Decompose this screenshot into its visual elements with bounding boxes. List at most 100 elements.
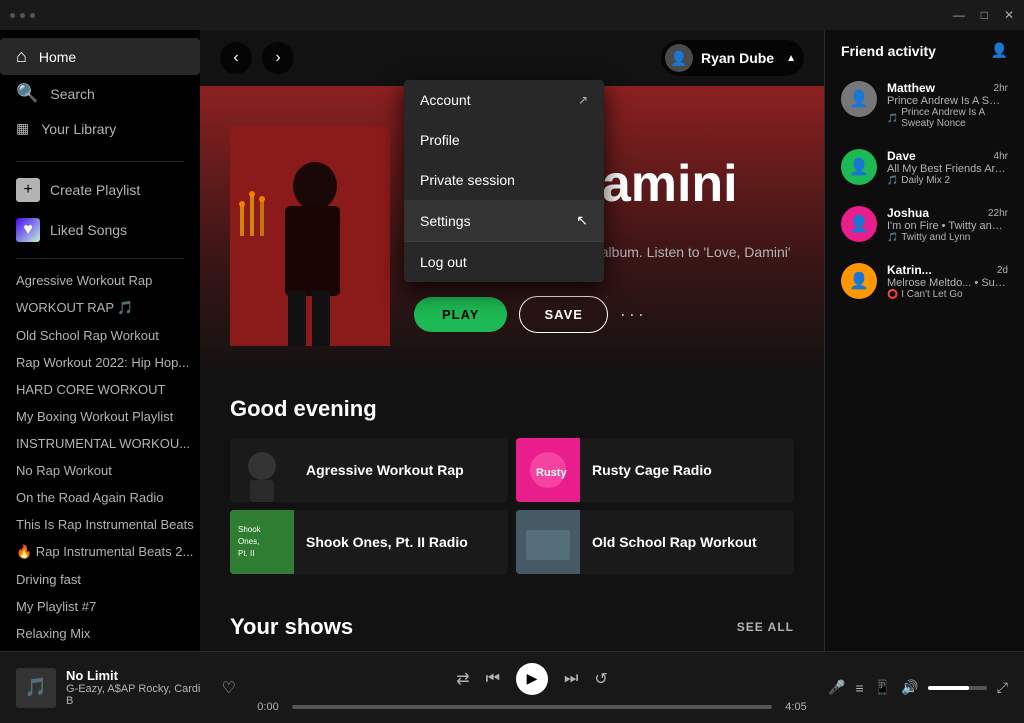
card-shook-ones[interactable]: ShookOnes,Pt. II Shook Ones, Pt. II Radi… <box>230 510 508 574</box>
library-item[interactable]: HARD CORE WORKOUT <box>0 376 200 403</box>
shows-section-header: Your shows SEE ALL <box>230 614 794 640</box>
play-pause-button[interactable]: ▶ <box>516 663 548 695</box>
minimize-button[interactable]: — <box>953 8 965 22</box>
close-button[interactable]: ✕ <box>1004 8 1014 22</box>
library-item[interactable]: My Boxing Workout Playlist <box>0 403 200 430</box>
heart-button[interactable]: ♡ <box>222 678 236 698</box>
friend-track: All My Best Friends Ar... • Less Tha... <box>887 163 1008 175</box>
avatar: 👤 <box>665 44 693 72</box>
main-content: ‹ › 👤 Ryan Dube ▲ Account ↗ Profile Priv… <box>200 30 824 651</box>
progress-track[interactable] <box>292 705 772 709</box>
dropdown-item-private-session[interactable]: Private session <box>404 160 604 200</box>
card-label: Agressive Workout Rap <box>294 462 476 478</box>
dropdown-item-logout[interactable]: Log out <box>404 242 604 282</box>
sidebar-item-search[interactable]: 🔍 Search <box>0 75 200 112</box>
save-button[interactable]: SAVE <box>519 296 607 333</box>
volume-bar[interactable] <box>928 686 986 690</box>
player-controls: ⇄ ⏮ ▶ ⏭ ↺ 0:00 4:05 <box>252 663 812 713</box>
library-icon: ▦ <box>16 120 29 137</box>
card-thumb <box>516 510 580 574</box>
see-all-button[interactable]: SEE ALL <box>737 620 794 634</box>
card-agressive-workout[interactable]: Agressive Workout Rap <box>230 438 508 502</box>
play-button[interactable]: PLAY <box>414 297 507 332</box>
friend-time: 22hr <box>988 208 1008 219</box>
album-actions: PLAY SAVE ··· <box>414 296 794 333</box>
section-header: Good evening <box>230 396 794 422</box>
library-item[interactable]: My Playlist #7 <box>0 593 200 620</box>
friend-item-joshua[interactable]: 👤 Joshua 22hr I'm on Fire • Twitty and L… <box>825 196 1024 253</box>
sidebar-nav: ⌂ Home 🔍 Search ▦ Your Library <box>0 30 200 153</box>
library-item[interactable]: Old School Rap Workout <box>0 322 200 349</box>
library-item[interactable]: Driving fast <box>0 566 200 593</box>
window-dots <box>10 13 35 18</box>
repeat-button[interactable]: ↺ <box>594 669 607 689</box>
dropdown-item-profile[interactable]: Profile <box>404 120 604 160</box>
friend-avatar: 👤 <box>841 149 877 185</box>
friend-item-dave[interactable]: 👤 Dave 4hr All My Best Friends Ar... • L… <box>825 139 1024 196</box>
queue-button[interactable]: ≡ <box>855 680 863 696</box>
friend-item-matthew[interactable]: 👤 Matthew 2hr Prince Andrew Is A Sweat..… <box>825 71 1024 139</box>
create-playlist-icon: + <box>16 178 40 202</box>
next-button[interactable]: ⏭ <box>564 670 578 688</box>
card-label: Rusty Cage Radio <box>580 462 724 478</box>
library-item[interactable]: WORKOUT RAP 🎵 <box>0 294 200 322</box>
sidebar-item-library[interactable]: ▦ Your Library <box>0 112 200 145</box>
sidebar-label-library: Your Library <box>41 121 116 137</box>
maximize-button[interactable]: □ <box>981 8 988 22</box>
library-item[interactable]: Rap Workout 2022: Hip Hop... <box>0 349 200 376</box>
friend-track: I'm on Fire • Twitty and Lynn <box>887 220 1008 232</box>
nav-buttons: ‹ › <box>220 42 294 74</box>
section-title: Good evening <box>230 396 377 422</box>
chevron-up-icon: ▲ <box>786 53 796 64</box>
friend-info: Katrin... 2d Melrose Meltdo... • Suki Wa… <box>887 263 1008 300</box>
library-item[interactable]: This Is Rap Instrumental Beats <box>0 511 200 538</box>
card-old-school[interactable]: Old School Rap Workout <box>516 510 794 574</box>
now-playing-info: No Limit G-Eazy, A$AP Rocky, Cardi B <box>66 668 204 707</box>
library-item[interactable]: No Rap Workout <box>0 457 200 484</box>
card-thumb: ShookOnes,Pt. II <box>230 510 294 574</box>
devices-button[interactable]: 📱 <box>874 679 891 696</box>
progress-bar-container: 0:00 4:05 <box>252 701 812 713</box>
library-item[interactable]: Agressive Workout Rap <box>0 267 200 294</box>
player-extra: 🎤 ≡ 📱 🔊 ⤢ <box>828 679 1008 696</box>
volume-fill <box>928 686 969 690</box>
good-evening-section: Good evening Agressive Workout Rap Rusty… <box>200 376 824 594</box>
more-options-button[interactable]: ··· <box>620 304 647 325</box>
dropdown-item-account[interactable]: Account ↗ <box>404 80 604 120</box>
dropdown-item-settings[interactable]: Settings ↖ <box>404 200 604 241</box>
right-panel: Friend activity 👤 👤 Matthew 2hr Prince A… <box>824 30 1024 651</box>
lyrics-button[interactable]: 🎤 <box>828 679 845 696</box>
liked-songs-button[interactable]: ♥ Liked Songs <box>0 210 200 250</box>
library-item[interactable]: 🔥 Rap Instrumental Beats 2... <box>0 538 200 566</box>
track-title: No Limit <box>66 668 204 683</box>
fullscreen-button[interactable]: ⤢ <box>997 679 1008 696</box>
back-button[interactable]: ‹ <box>220 42 252 74</box>
friend-note: 🎵 Twitty and Lynn <box>887 232 1008 243</box>
user-menu[interactable]: 👤 Ryan Dube ▲ <box>661 40 804 76</box>
volume-button[interactable]: 🔊 <box>901 679 918 696</box>
friend-item-katrin[interactable]: 👤 Katrin... 2d Melrose Meltdo... • Suki … <box>825 253 1024 310</box>
window-controls[interactable]: — □ ✕ <box>953 8 1014 22</box>
sidebar-item-home[interactable]: ⌂ Home <box>0 38 200 75</box>
friend-note: 🎵 Prince Andrew Is A Sweaty Nonce <box>887 107 1008 129</box>
card-rusty-cage[interactable]: Rusty Rusty Cage Radio <box>516 438 794 502</box>
shows-title: Your shows <box>230 614 353 640</box>
library-item[interactable]: Relaxing Mix <box>0 620 200 647</box>
create-playlist-label: Create Playlist <box>50 182 140 198</box>
library-item[interactable]: INSTRUMENTAL WORKOU... <box>0 430 200 457</box>
shuffle-button[interactable]: ⇄ <box>456 669 469 689</box>
previous-button[interactable]: ⏮ <box>486 670 500 688</box>
friend-avatar: 👤 <box>841 81 877 117</box>
friend-time: 4hr <box>994 151 1008 162</box>
friend-note: ⭕ I Can't Let Go <box>887 289 1008 300</box>
friend-info: Matthew 2hr Prince Andrew Is A Sweat... … <box>887 81 1008 129</box>
friend-list: 👤 Matthew 2hr Prince Andrew Is A Sweat..… <box>825 71 1024 651</box>
controls-buttons: ⇄ ⏮ ▶ ⏭ ↺ <box>456 663 608 695</box>
forward-button[interactable]: › <box>262 42 294 74</box>
library-item[interactable]: On the Road Again Radio <box>0 484 200 511</box>
home-icon: ⌂ <box>16 46 27 67</box>
create-playlist-button[interactable]: + Create Playlist <box>0 170 200 210</box>
svg-text:Pt. II: Pt. II <box>238 549 254 558</box>
friend-activity-title: Friend activity <box>841 43 936 59</box>
cards-grid: Agressive Workout Rap Rusty Rusty Cage R… <box>230 438 794 574</box>
